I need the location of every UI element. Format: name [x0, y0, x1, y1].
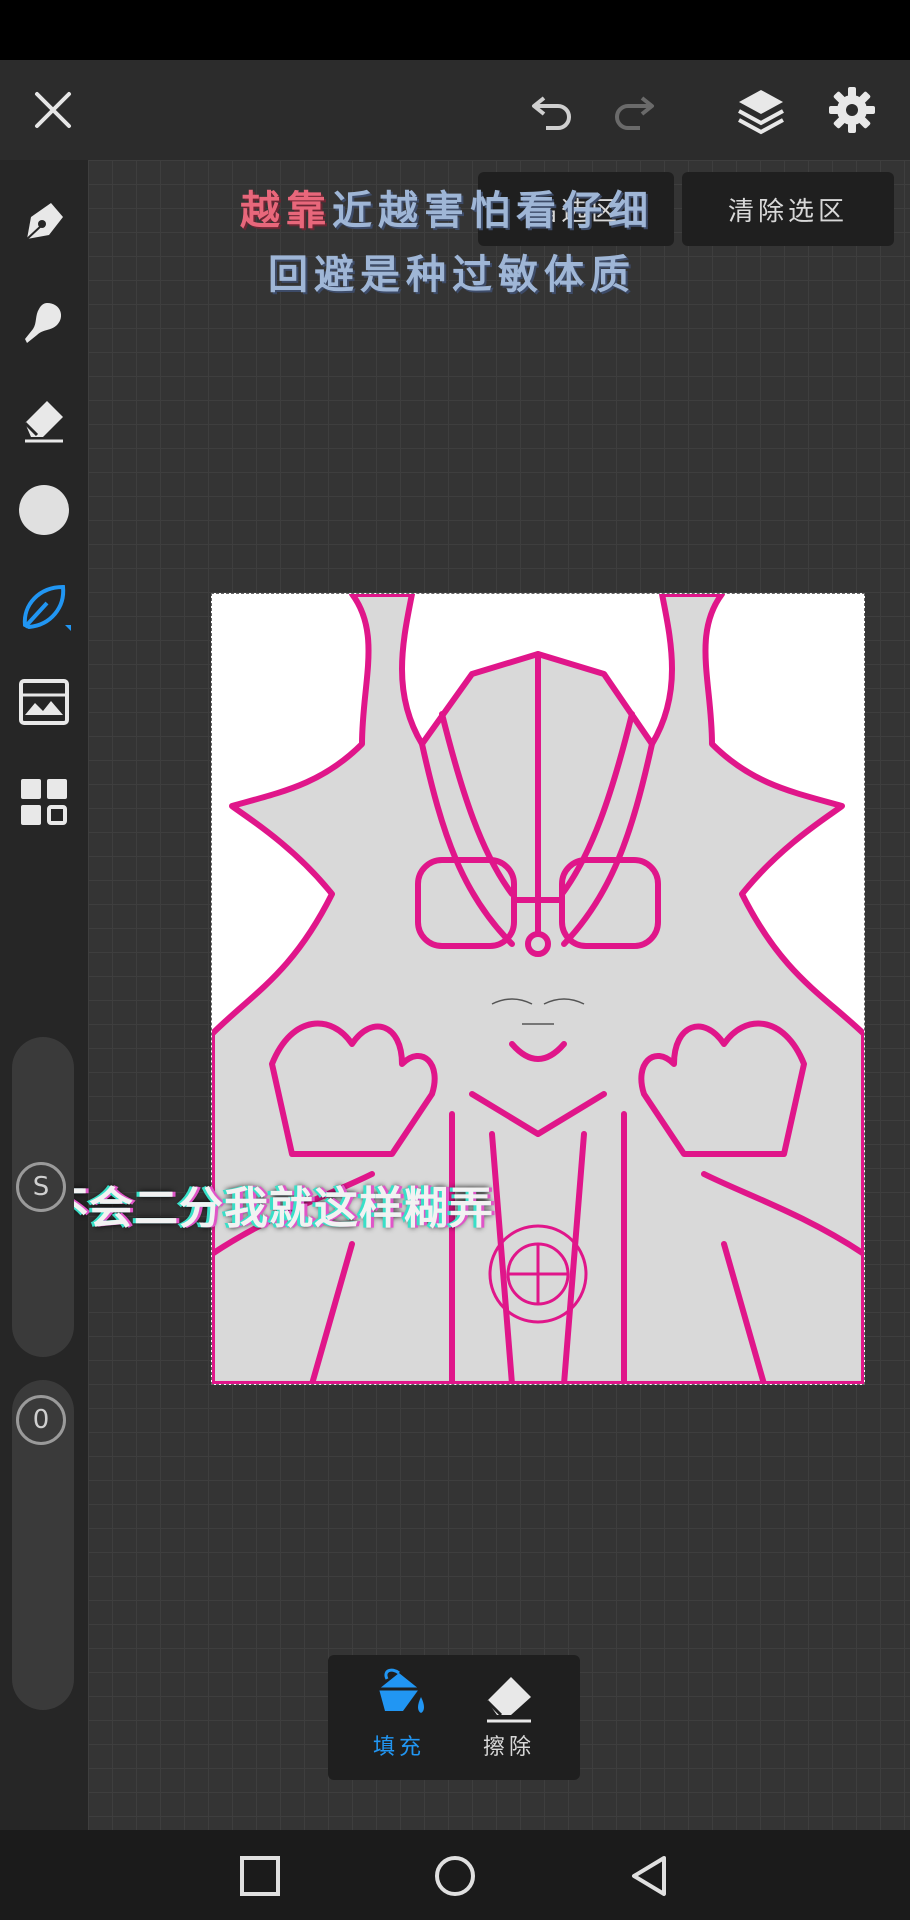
erase-label: 擦除	[482, 1735, 535, 1760]
redo-icon[interactable]	[606, 82, 662, 138]
image-adjust-icon[interactable]	[14, 672, 74, 732]
brush-size-badge: S	[16, 1162, 66, 1212]
erase-button[interactable]: 擦除	[454, 1665, 564, 1775]
home-circle-icon[interactable]	[431, 1852, 479, 1900]
paint-bucket-icon	[379, 1668, 424, 1713]
status-bar	[0, 0, 910, 60]
lyric-line-1-rest: 近越害怕看仔细	[332, 187, 654, 234]
video-subtitle: 不会二分我就这样糊弄	[44, 1183, 494, 1234]
fill-button[interactable]: 填充	[344, 1665, 454, 1775]
lyric-line-1: 越靠近越害怕看仔细	[240, 178, 654, 236]
fill-erase-panel: 填充 擦除	[328, 1655, 580, 1780]
artboard[interactable]	[211, 593, 865, 1385]
grid-icon[interactable]	[14, 772, 74, 832]
lyric-line-1-highlight: 越靠	[240, 187, 332, 234]
clear-selection-button[interactable]: 清除选区	[682, 172, 894, 246]
undo-icon[interactable]	[524, 82, 580, 138]
fill-label: 填充	[372, 1735, 425, 1760]
color-circle-icon[interactable]	[14, 480, 74, 540]
recents-square-icon[interactable]	[236, 1852, 284, 1900]
back-triangle-icon[interactable]	[626, 1852, 674, 1900]
eraser-icon[interactable]	[14, 388, 74, 448]
gear-icon[interactable]	[824, 82, 880, 138]
lasso-selection-icon[interactable]	[14, 578, 74, 638]
smudge-icon[interactable]	[14, 292, 74, 352]
pen-icon[interactable]	[14, 192, 74, 252]
lyric-line-2: 回避是种过敏体质	[268, 251, 636, 298]
opacity-badge: 0	[16, 1395, 66, 1445]
layers-icon[interactable]	[733, 82, 789, 138]
close-icon[interactable]	[25, 82, 81, 138]
eraser-icon	[485, 1677, 531, 1723]
line-art-drawing	[212, 594, 864, 1384]
